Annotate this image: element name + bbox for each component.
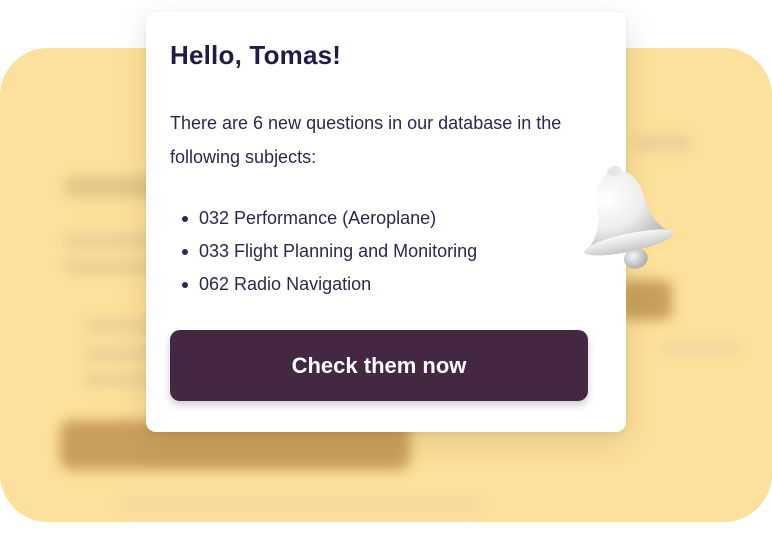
blurred-button-edge [620, 280, 672, 320]
notification-card: Hello, Tomas! There are 6 new questions … [146, 12, 626, 432]
greeting-intro-text: There are 6 new questions in our databas… [170, 113, 562, 167]
blurred-text-line [120, 500, 480, 510]
subject-list-item: 033 Flight Planning and Monitoring [170, 235, 477, 268]
bell-icon [584, 166, 675, 269]
blurred-text-line [660, 344, 740, 354]
notification-stage: Hello, Tomas! There are 6 new questions … [0, 0, 772, 547]
blurred-text-line [632, 136, 692, 150]
subject-list: 032 Performance (Aeroplane) 033 Flight P… [170, 202, 477, 301]
subject-list-item: 032 Performance (Aeroplane) [170, 202, 477, 235]
subject-list-item: 062 Radio Navigation [170, 268, 477, 301]
check-them-now-button[interactable]: Check them now [170, 330, 588, 401]
greeting-title: Hello, Tomas! [170, 40, 342, 70]
